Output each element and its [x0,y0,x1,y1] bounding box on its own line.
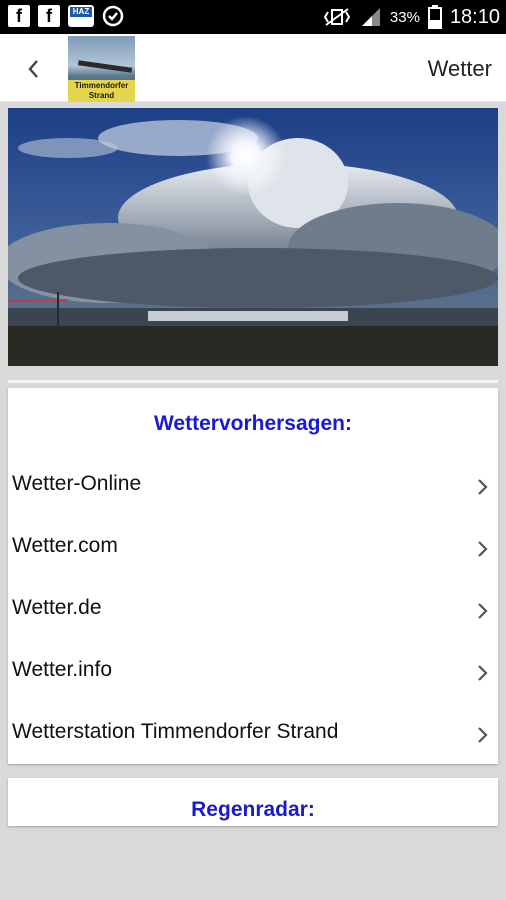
list-item-label: Wetter-Online [12,472,142,495]
signal-icon [361,8,380,26]
haz-label: HAZ [70,7,92,17]
chevron-right-icon [478,479,488,495]
forecast-heading: Wettervorhersagen: [153,412,352,435]
forecast-card: Wettervorhersagen: Wetter-Online Wetter.… [8,388,498,764]
list-item-wetter-info[interactable]: Wetter.info [8,644,498,706]
vibrate-icon [323,8,351,26]
list-item-wetter-online[interactable]: Wetter-Online [8,458,498,520]
logo-pier [77,60,133,73]
hero-weather-image [8,108,498,366]
app-logo: Timmendorfer Strand [68,36,135,102]
sync-icon [102,5,124,27]
logo-text: Timmendorfer Strand [68,80,135,102]
list-item-label: Wetter.de [12,596,102,619]
app-bar: Timmendorfer Strand Wetter [0,34,506,102]
chevron-left-icon [28,60,38,78]
list-item-wetter-de[interactable]: Wetter.de [8,582,498,644]
list-item-wetterstation[interactable]: Wetterstation Timmendorfer Strand [8,706,498,768]
chevron-right-icon [478,727,488,743]
notification-icons: f f HAZ [8,5,124,27]
chevron-right-icon [478,603,488,619]
clock: 18:10 [449,5,500,28]
chevron-right-icon [478,665,488,681]
facebook-icon: f [8,5,30,27]
list-item-wetter-com[interactable]: Wetter.com [8,520,498,582]
page-title: Wetter [427,56,492,81]
battery-percent: 33% [389,8,420,26]
radar-heading: Regenradar: [191,798,315,821]
list-item-label: Wetter.com [12,534,118,557]
haz-app-icon: HAZ [68,5,94,27]
card-divider [8,380,498,383]
back-button[interactable] [18,54,48,84]
battery-icon [427,5,442,29]
chevron-right-icon [478,541,488,557]
facebook-icon: f [38,5,60,27]
radar-card: Regenradar: [8,778,498,826]
list-item-label: Wetterstation Timmendorfer Strand [12,720,339,743]
system-status: 33% 18:10 [322,0,500,34]
status-bar: f f HAZ 33% 18:10 [0,0,506,34]
list-item-label: Wetter.info [12,658,112,681]
